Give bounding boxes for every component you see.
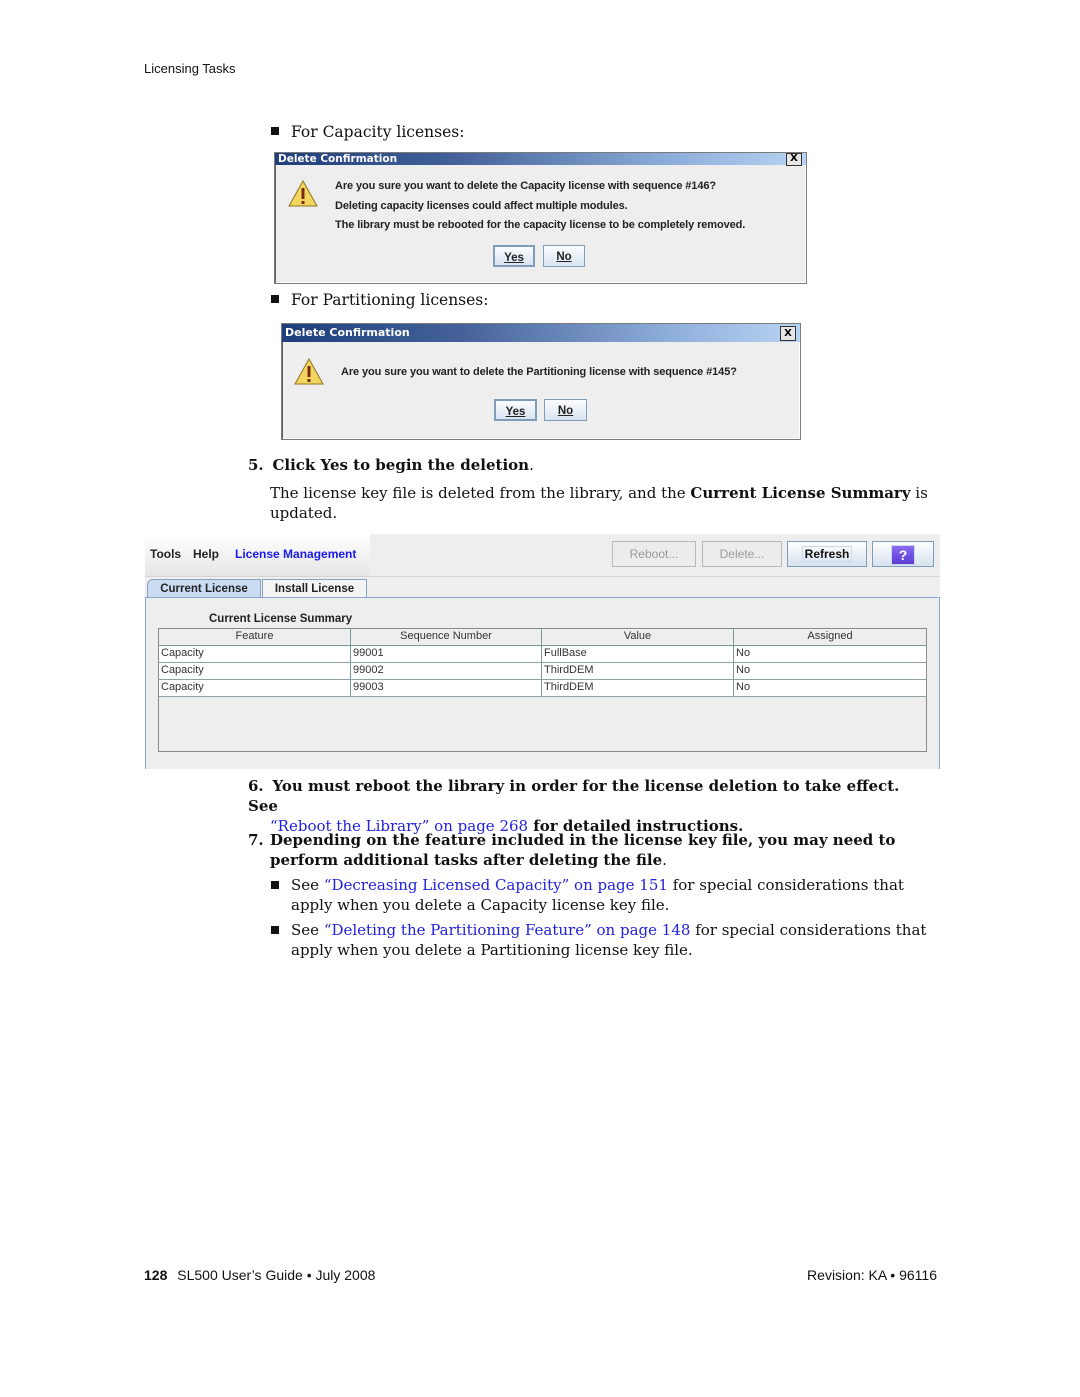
close-button[interactable]: X <box>786 153 802 166</box>
cell-feature: Capacity <box>159 680 351 696</box>
bullet-square-icon <box>271 926 279 934</box>
step-7-bullet-2: See “Deleting the Partitioning Feature” … <box>271 920 931 960</box>
dialog-message: Are you sure you want to delete the Capa… <box>335 177 745 236</box>
step-heading: Click Yes to begin the deletion <box>272 456 530 474</box>
warning-icon <box>294 358 324 385</box>
cell-sequence-number: 99003 <box>351 680 542 696</box>
bullet-text: For Partitioning licenses: <box>291 291 489 309</box>
current-license-tab-panel: Current License Summary Feature Sequence… <box>145 597 940 769</box>
step-7-bullet-1: See “Decreasing Licensed Capacity” on pa… <box>271 875 931 915</box>
cell-feature: Capacity <box>159 663 351 679</box>
message-line: Deleting capacity licenses could affect … <box>335 199 628 212</box>
yes-button[interactable]: Yes <box>493 245 535 267</box>
help-button[interactable]: ? <box>872 541 934 567</box>
delete-confirmation-dialog-partitioning: Delete Confirmation X Are you sure you w… <box>281 323 801 440</box>
bullet-text: For Capacity licenses: <box>291 123 465 141</box>
cell-assigned: No <box>736 647 751 659</box>
running-head: Licensing Tasks <box>144 61 236 76</box>
table-row[interactable]: Capacity 99002 ThirdDEM No <box>159 663 926 680</box>
column-header-value[interactable]: Value <box>542 629 734 645</box>
step-number: 6. <box>248 777 264 795</box>
footer-left: 128 SL500 User’s Guide • July 2008 <box>144 1267 375 1283</box>
cell-assigned: No <box>736 681 751 693</box>
dialog-title-bar: Delete Confirmation X <box>275 153 806 166</box>
menu-help[interactable]: Help <box>193 547 219 561</box>
refresh-label: Refresh <box>801 546 853 562</box>
yes-button[interactable]: Yes <box>494 399 537 421</box>
cell-assigned: No <box>736 664 751 676</box>
no-button[interactable]: No <box>544 399 587 421</box>
column-header-feature[interactable]: Feature <box>159 629 351 645</box>
link-decreasing-licensed-capacity[interactable]: “Decreasing Licensed Capacity” on page 1… <box>324 876 668 894</box>
tab-install-license[interactable]: Install License <box>262 579 367 598</box>
message-line: The library must be rebooted for the cap… <box>335 219 746 231</box>
link-deleting-the-partitioning-feature[interactable]: “Deleting the Partitioning Feature” on p… <box>324 921 691 939</box>
table-row[interactable]: Capacity 99001 FullBase No <box>159 646 926 663</box>
para-text: The license key file is deleted from the… <box>270 484 691 502</box>
bullet-square-icon <box>271 881 279 889</box>
footer-right: Revision: KA • 96116 <box>807 1267 937 1283</box>
column-header-assigned[interactable]: Assigned <box>734 629 926 645</box>
help-icon: ? <box>891 544 915 565</box>
step-text-period: . <box>662 851 667 869</box>
step-number: 7. <box>248 831 264 849</box>
para-bold: Current License Summary <box>690 484 911 502</box>
yes-label: Yes <box>505 406 526 418</box>
message-line: Are you sure you want to delete the Part… <box>341 366 737 378</box>
step-6: 6. You must reboot the library in order … <box>248 776 928 836</box>
bullet-partitioning-licenses: For Partitioning licenses: <box>271 291 489 309</box>
dialog-title: Delete Confirmation <box>285 326 410 339</box>
step-number: 5. <box>248 456 264 474</box>
dialog-title-bar: Delete Confirmation X <box>282 324 800 342</box>
dialog-message: Are you sure you want to delete the Part… <box>341 363 737 383</box>
warning-icon <box>288 180 318 207</box>
footer-title: SL500 User’s Guide • July 2008 <box>177 1267 376 1283</box>
menu-tools[interactable]: Tools <box>150 547 181 561</box>
step-text: Depending on the feature included in the… <box>270 831 896 869</box>
step-heading-period: . <box>529 456 534 474</box>
divider <box>145 576 940 577</box>
refresh-button[interactable]: Refresh <box>787 541 867 567</box>
bullet-text: See <box>291 876 324 894</box>
menu-bar: Tools Help License Management <box>145 534 370 576</box>
step-5-paragraph: The license key file is deleted from the… <box>270 483 930 523</box>
cell-sequence-number: 99002 <box>351 663 542 679</box>
step-7: 7. Depending on the feature included in … <box>248 830 938 870</box>
yes-label: Yes <box>504 252 524 264</box>
bullet-square-icon <box>271 295 279 303</box>
delete-button[interactable]: Delete... <box>702 541 782 567</box>
bullet-text: See <box>291 921 324 939</box>
menu-license-management[interactable]: License Management <box>235 547 356 561</box>
no-button[interactable]: No <box>543 245 585 267</box>
cell-feature: Capacity <box>159 646 351 662</box>
delete-confirmation-dialog-capacity: Delete Confirmation X Are you sure you w… <box>274 152 807 284</box>
bullet-capacity-licenses: For Capacity licenses: <box>271 123 464 141</box>
summary-title: Current License Summary <box>209 613 353 625</box>
step-5-heading: 5. Click Yes to begin the deletion. <box>248 456 534 474</box>
cell-value: FullBase <box>542 646 734 662</box>
cell-value: ThirdDEM <box>542 663 734 679</box>
no-label: No <box>556 251 572 263</box>
step-text: You must reboot the library in order for… <box>248 777 900 815</box>
dialog-title: Delete Confirmation <box>278 153 398 165</box>
no-label: No <box>557 405 574 417</box>
table-header-row: Feature Sequence Number Value Assigned <box>159 629 926 646</box>
license-summary-table: Feature Sequence Number Value Assigned C… <box>158 628 927 752</box>
cell-value: ThirdDEM <box>542 680 734 696</box>
bullet-square-icon <box>271 127 279 135</box>
column-header-sequence-number[interactable]: Sequence Number <box>351 629 542 645</box>
page-number: 128 <box>144 1267 168 1283</box>
reboot-button[interactable]: Reboot... <box>612 541 696 567</box>
close-button[interactable]: X <box>780 326 796 341</box>
table-row[interactable]: Capacity 99003 ThirdDEM No <box>159 680 926 697</box>
license-management-panel: Tools Help License Management Reboot... … <box>145 534 940 769</box>
tab-current-license[interactable]: Current License <box>147 579 261 598</box>
message-line: Are you sure you want to delete the Capa… <box>335 180 716 192</box>
cell-sequence-number: 99001 <box>351 646 542 662</box>
